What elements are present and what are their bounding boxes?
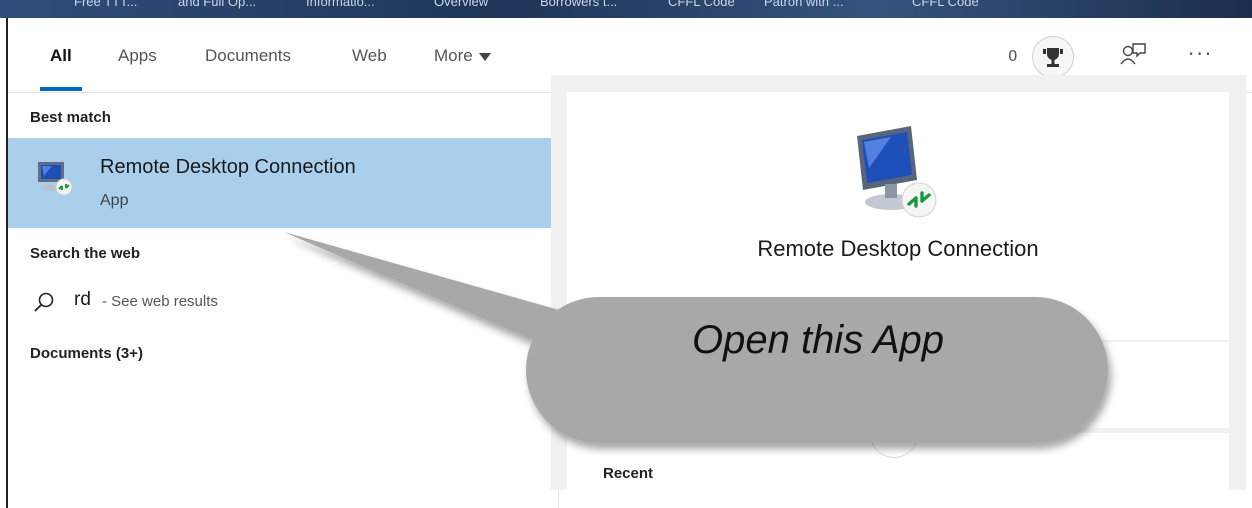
feedback-icon[interactable] — [1118, 40, 1148, 74]
best-match-type: App — [100, 192, 129, 209]
tab-more-label: More — [434, 46, 473, 65]
bookmark-item[interactable]: Patron with ... — [764, 0, 843, 9]
preview-card: Remote Desktop Connection — [567, 92, 1229, 340]
chevron-right-icon[interactable]: › — [514, 289, 522, 313]
best-match-header: Best match — [30, 109, 111, 126]
bookmark-item[interactable]: Borrowers t... — [540, 0, 617, 9]
best-match-title: Remote Desktop Connection — [100, 156, 356, 178]
tab-all[interactable]: All — [50, 46, 72, 66]
web-search-term: rd — [74, 289, 91, 310]
documents-header[interactable]: Documents (3+) — [30, 345, 143, 362]
preview-title: Remote Desktop Connection — [757, 236, 1039, 261]
active-tab-indicator — [40, 87, 82, 91]
tab-more[interactable]: More — [434, 46, 491, 66]
bookmark-item[interactable]: Overview — [434, 0, 488, 9]
best-match-result[interactable]: Remote Desktop Connection App — [8, 138, 558, 228]
expand-button[interactable] — [870, 410, 918, 458]
trophy-icon[interactable] — [1032, 36, 1074, 78]
chevron-down-icon — [885, 429, 903, 440]
results-pane: Best match Remote Desktop Connection App… — [8, 93, 559, 508]
web-search-hint: - See web results — [102, 293, 218, 310]
tab-apps[interactable]: Apps — [118, 46, 157, 66]
remote-desktop-icon — [851, 122, 945, 226]
bookmark-item[interactable]: CFFL Code — [668, 0, 735, 9]
web-result-row[interactable]: rd - See web results › — [8, 283, 558, 323]
remote-desktop-icon — [34, 158, 78, 206]
bookmark-item[interactable]: CFFL Code — [912, 0, 979, 9]
recent-header: Recent — [603, 465, 654, 482]
tab-web[interactable]: Web — [352, 46, 387, 66]
search-icon — [32, 291, 56, 319]
bookmark-item[interactable]: and Full Op... — [178, 0, 256, 9]
bookmark-item[interactable]: Informatio... — [306, 0, 375, 9]
search-web-header: Search the web — [30, 245, 141, 262]
chevron-down-icon — [478, 52, 491, 61]
tab-documents[interactable]: Documents — [205, 46, 291, 66]
bookmarks-bar: Free TTT... and Full Op... Informatio...… — [0, 0, 1252, 18]
bookmark-item[interactable]: Free TTT... — [74, 0, 137, 9]
more-options-button[interactable]: ··· — [1188, 42, 1213, 66]
callout-text: Open this App — [691, 318, 944, 362]
points-count: 0 — [1008, 47, 1018, 65]
